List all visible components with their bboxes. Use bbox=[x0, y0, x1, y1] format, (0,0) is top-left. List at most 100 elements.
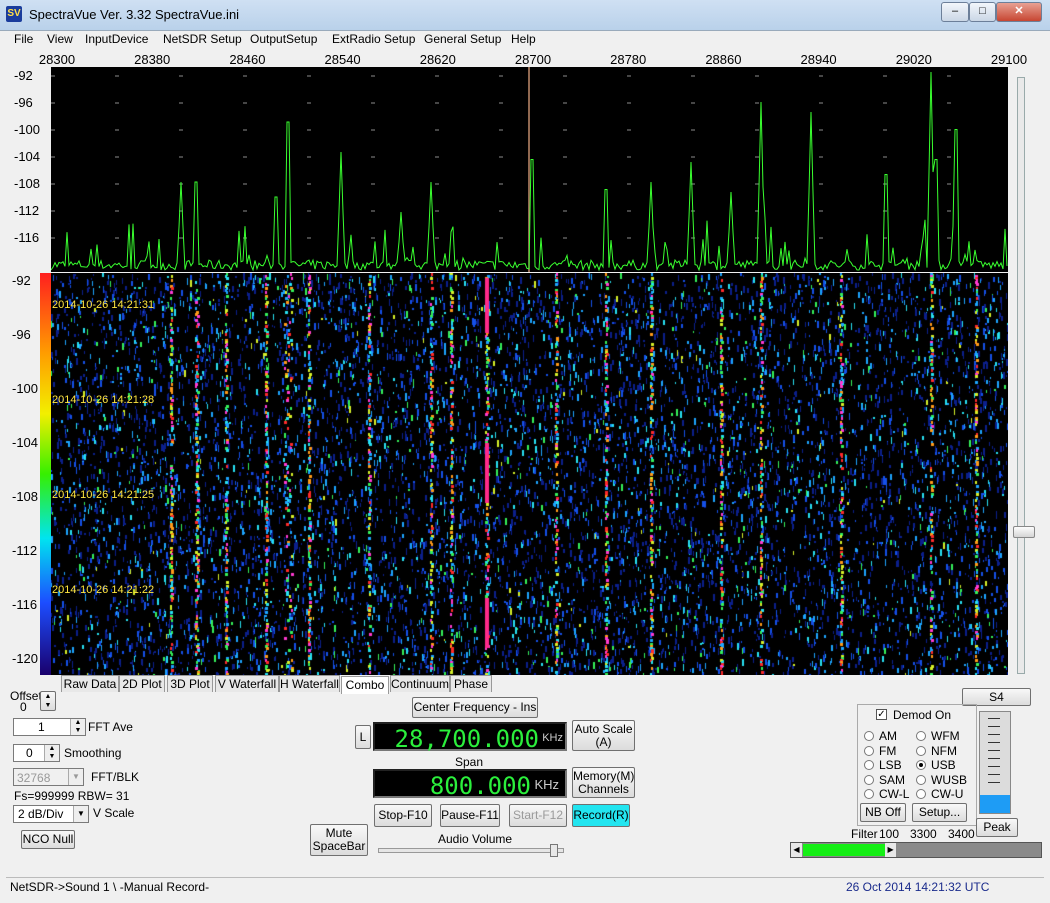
tab-h-waterfall[interactable]: H Waterfall bbox=[279, 675, 340, 692]
fft-blk-value: 32768 bbox=[17, 771, 51, 785]
fft-ave-value: 1 bbox=[38, 720, 45, 734]
spectrum-db-tick-label: -116 bbox=[14, 230, 40, 245]
frequency-tick-label: 29020 bbox=[895, 52, 932, 67]
smoothing-spinner-icon[interactable]: ▲ ▼ bbox=[44, 745, 59, 761]
mode-label: AM bbox=[879, 729, 897, 743]
app-window: SV SpectraVue Ver. 3.32 SpectraVue.ini –… bbox=[0, 0, 1050, 903]
menu-general-setup[interactable]: General Setup bbox=[424, 32, 501, 46]
tab-combo[interactable]: Combo bbox=[341, 676, 389, 694]
menu-file[interactable]: File bbox=[14, 32, 33, 46]
span-value: 800.000 bbox=[429, 772, 531, 800]
menu-view[interactable]: View bbox=[47, 32, 73, 46]
mute-button[interactable]: Mute SpaceBar bbox=[310, 824, 368, 856]
mode-radio-wfm[interactable] bbox=[916, 731, 926, 741]
frequency-tick-label: 29100 bbox=[990, 52, 1028, 67]
tab-phase[interactable]: Phase bbox=[450, 675, 492, 692]
audio-volume-thumb[interactable] bbox=[549, 844, 558, 857]
span-display[interactable]: 800.000 KHz bbox=[373, 769, 567, 800]
chevron-down-icon[interactable]: ▼ bbox=[68, 769, 83, 785]
menu-help[interactable]: Help bbox=[511, 32, 536, 46]
mode-label: SAM bbox=[879, 772, 906, 787]
scroll-right-icon[interactable]: ▶ bbox=[885, 843, 897, 857]
lock-button[interactable]: L bbox=[355, 725, 371, 749]
frequency-tick-label: 28380 bbox=[134, 52, 171, 67]
status-datetime: 26 Oct 2014 14:21:32 UTC bbox=[846, 880, 990, 894]
minimize-button[interactable]: – bbox=[941, 2, 969, 22]
mode-radio-wusb[interactable] bbox=[916, 774, 926, 785]
display-range-slider-thumb[interactable] bbox=[1013, 526, 1035, 538]
smoothing-input[interactable]: 0 ▲ ▼ bbox=[13, 744, 60, 762]
menu-extradio-setup[interactable]: ExtRadio Setup bbox=[332, 32, 415, 46]
filter-slider[interactable]: ◀ ▶ bbox=[790, 842, 1042, 858]
channels-label: Channels bbox=[578, 782, 629, 796]
peak-button[interactable]: Peak bbox=[976, 818, 1018, 837]
maximize-button[interactable]: □ bbox=[969, 2, 996, 22]
title-bar: SV SpectraVue Ver. 3.32 SpectraVue.ini –… bbox=[0, 0, 1050, 31]
mode-radio-cw-l[interactable] bbox=[864, 789, 874, 799]
menu-input-device[interactable]: InputDevice bbox=[85, 32, 148, 46]
spectrum-plot[interactable] bbox=[50, 67, 1008, 272]
spectrum-db-tick-label: -100 bbox=[14, 122, 41, 137]
record-button[interactable]: Record(R) bbox=[572, 804, 630, 827]
frequency-tick-label: 28780 bbox=[610, 52, 647, 67]
waterfall-plot[interactable] bbox=[51, 273, 1008, 675]
demod-setup-button[interactable]: Setup... bbox=[912, 803, 967, 822]
waterfall-timestamp: 2014-10-26 14:21:25 bbox=[52, 489, 155, 501]
demod-on-checkbox[interactable]: ✓ bbox=[876, 709, 887, 720]
mode-radio-lsb[interactable] bbox=[864, 760, 874, 770]
auto-scale-button[interactable]: Auto Scale (A) bbox=[572, 720, 635, 751]
s-meter-ticks bbox=[988, 718, 1000, 790]
tab-continuum[interactable]: Continuum bbox=[390, 675, 450, 692]
s-meter-fill bbox=[980, 794, 1010, 813]
waterfall-db-tick-label: -96 bbox=[12, 327, 31, 342]
fft-ave-input[interactable]: 1 ▲ ▼ bbox=[13, 718, 86, 736]
tab-3d-plot[interactable]: 3D Plot bbox=[167, 675, 213, 692]
center-frequency-unit: KHz bbox=[542, 732, 563, 744]
mode-radio-usb[interactable] bbox=[916, 760, 926, 770]
span-label: Span bbox=[455, 755, 484, 769]
nco-null-button[interactable]: NCO Null bbox=[21, 830, 75, 849]
offset-spinner[interactable]: ▲ ▼ bbox=[40, 691, 56, 711]
waterfall-colorbar bbox=[40, 273, 51, 675]
fft-ave-label: FFT Ave bbox=[88, 720, 133, 734]
start-button[interactable]: Start-F12 bbox=[509, 804, 567, 827]
tab-raw-data[interactable]: Raw Data bbox=[61, 675, 119, 692]
mode-label: WFM bbox=[931, 729, 960, 743]
waterfall-db-tick-label: -120 bbox=[12, 651, 39, 666]
fft-blk-select[interactable]: 32768 ▼ bbox=[13, 768, 84, 786]
tab-v-waterfall[interactable]: V Waterfall bbox=[215, 675, 279, 692]
tab-2d-plot[interactable]: 2D Plot bbox=[119, 675, 165, 692]
mode-radio-fm[interactable] bbox=[864, 745, 874, 756]
stop-button[interactable]: Stop-F10 bbox=[374, 804, 432, 827]
nb-off-button[interactable]: NB Off bbox=[860, 803, 906, 822]
mode-radio-cw-u[interactable] bbox=[916, 789, 926, 799]
chevron-down-icon[interactable]: ▼ bbox=[73, 806, 88, 822]
menu-output-setup[interactable]: OutputSetup bbox=[250, 32, 317, 46]
waterfall-image bbox=[51, 273, 1008, 675]
fft-ave-spinner-icon[interactable]: ▲ ▼ bbox=[70, 719, 85, 735]
status-bar: NetSDR->Sound 1 \ -Manual Record- 26 Oct… bbox=[6, 877, 1044, 898]
close-button[interactable]: ✕ bbox=[996, 2, 1042, 22]
audio-volume-slider[interactable] bbox=[378, 848, 564, 853]
mode-radio-sam[interactable] bbox=[864, 774, 874, 785]
mode-label: LSB bbox=[879, 758, 902, 772]
center-frequency-display[interactable]: 28,700.000 KHz bbox=[373, 722, 567, 753]
center-frequency-value: 28,700.000 bbox=[394, 725, 540, 753]
waterfall-timestamp: 2014-10-26 14:21:28 bbox=[52, 394, 155, 406]
filter-bandwidth: 3400 bbox=[948, 827, 975, 841]
frequency-tick-label: 28300 bbox=[38, 52, 76, 67]
mode-label: USB bbox=[931, 758, 956, 772]
auto-scale-key: (A) bbox=[595, 735, 612, 749]
spectrum-db-tick-label: -112 bbox=[14, 203, 40, 218]
mode-radio-am[interactable] bbox=[864, 731, 874, 741]
center-frequency-button[interactable]: Center Frequency - Ins bbox=[412, 697, 538, 718]
display-range-slider[interactable] bbox=[1017, 77, 1025, 674]
memory-channels-button[interactable]: Memory(M) Channels bbox=[572, 767, 635, 798]
pause-button[interactable]: Pause-F11 bbox=[440, 804, 500, 827]
spectrum-db-tick-label: -108 bbox=[14, 176, 41, 191]
mode-radio-nfm[interactable] bbox=[916, 745, 926, 756]
vscale-select[interactable]: 2 dB/Div ▼ bbox=[13, 805, 89, 823]
menu-netsdr-setup[interactable]: NetSDR Setup bbox=[163, 32, 242, 46]
span-unit: KHz bbox=[534, 777, 559, 792]
scroll-left-icon[interactable]: ◀ bbox=[791, 843, 802, 857]
